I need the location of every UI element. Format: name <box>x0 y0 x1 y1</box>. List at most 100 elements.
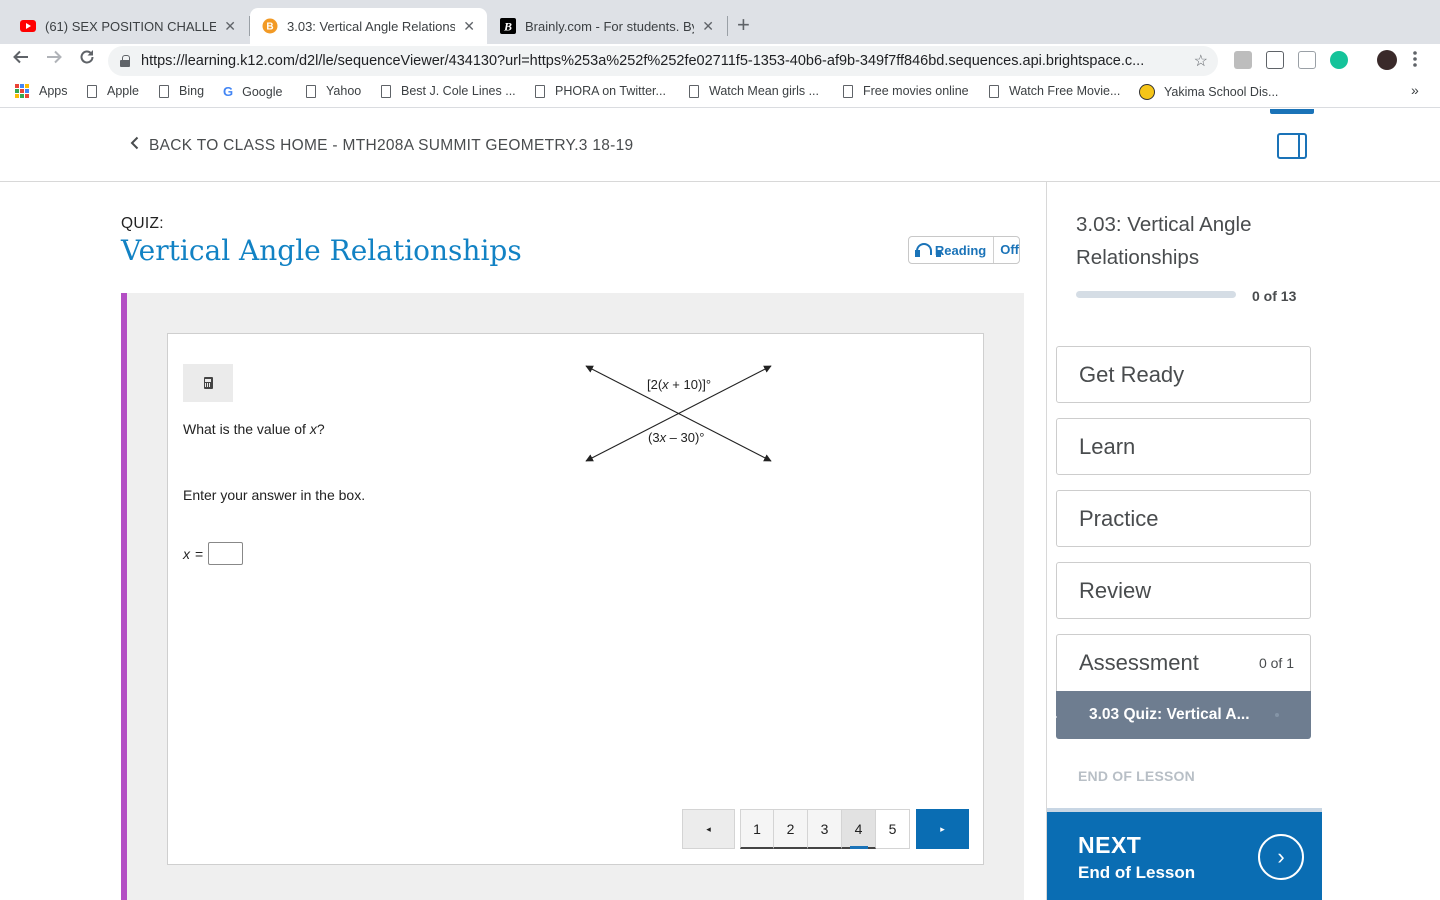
section-label: Get Ready <box>1079 361 1185 387</box>
section-label: Learn <box>1079 433 1136 459</box>
page-button-4[interactable]: 4 <box>842 809 876 849</box>
back-to-class-link[interactable]: BACK TO CLASS HOME - MTH208A SUMMIT GEOM… <box>130 136 633 155</box>
bookmark-mean-girls[interactable]: Watch Mean girls ... <box>689 84 819 98</box>
next-question-button[interactable]: ▸ <box>916 809 969 849</box>
page-button-5[interactable]: 5 <box>876 809 910 849</box>
question-prompt: What is the value of x? <box>183 421 325 437</box>
header-accent <box>1270 109 1314 114</box>
brightspace-icon: B <box>262 18 278 34</box>
svg-text:B: B <box>503 20 512 34</box>
lesson-progress-text: 0 of 13 <box>1252 288 1297 304</box>
vertical-angles-diagram: [2(x + 10)]° (3x – 30)° <box>585 365 772 462</box>
back-link-label: BACK TO CLASS HOME - MTH208A SUMMIT GEOM… <box>149 136 634 154</box>
browser-tab-brainly[interactable]: B Brainly.com - For students. By ✕ <box>488 8 726 44</box>
page-button-3[interactable]: 3 <box>808 809 842 849</box>
bookmark-phora[interactable]: PHORA on Twitter... <box>535 84 666 98</box>
chevron-left-icon <box>130 136 139 155</box>
notes-extension-icon[interactable] <box>1266 51 1284 69</box>
tab-close-icon[interactable]: ✕ <box>224 18 236 35</box>
next-end-of-lesson-button[interactable]: NEXT End of Lesson › <box>1047 808 1322 900</box>
bookmark-label: Yakima School Dis... <box>1164 85 1279 99</box>
bookmark-label: Free movies online <box>863 84 969 98</box>
answer-row: x = <box>183 542 244 565</box>
forward-arrow-icon[interactable] <box>45 48 63 71</box>
bookmark-yahoo[interactable]: Yahoo <box>306 84 361 98</box>
section-learn[interactable]: Learn <box>1056 418 1311 475</box>
next-label: NEXT <box>1078 832 1142 858</box>
new-tab-button[interactable]: + <box>737 12 750 38</box>
bookmark-apps[interactable]: Apps <box>15 84 68 98</box>
lesson-sidebar: 3.03: Vertical Angle Relationships 0 of … <box>1046 182 1440 900</box>
video-extension-icon[interactable] <box>1298 51 1316 69</box>
prev-question-button[interactable]: ◂ <box>682 809 735 849</box>
top-angle-label: [2(x + 10)]° <box>647 377 711 392</box>
prompt-prefix: What is the value of <box>183 421 310 437</box>
profile-avatar[interactable] <box>1377 50 1397 70</box>
back-arrow-icon[interactable] <box>12 48 30 71</box>
page-icon <box>306 84 316 98</box>
page-button-2[interactable]: 2 <box>774 809 808 849</box>
browser-tab-youtube[interactable]: (61) SEX POSITION CHALLENG ✕ <box>8 8 248 44</box>
page-icon <box>689 84 699 98</box>
status-dot <box>1275 713 1279 717</box>
headphones-icon <box>915 243 941 257</box>
bookmarks-overflow-button[interactable]: » <box>1411 82 1419 98</box>
page-icon <box>843 84 853 98</box>
question-instruction: Enter your answer in the box. <box>183 487 366 503</box>
bookmark-free-movies[interactable]: Free movies online <box>843 84 969 98</box>
menu-kebab-icon[interactable] <box>1412 50 1418 73</box>
sidebar-toggle-icon[interactable] <box>1277 133 1307 159</box>
page-icon <box>535 84 545 98</box>
school-icon <box>1139 84 1155 100</box>
answer-equals: = <box>195 545 204 562</box>
bookmarks-bar: Apps Apple Bing G Google Yahoo Best J. C… <box>0 76 1440 108</box>
bookmark-label: PHORA on Twitter... <box>555 84 666 98</box>
calculator-button[interactable] <box>183 364 233 402</box>
section-assessment[interactable]: Assessment 0 of 1 <box>1056 634 1311 691</box>
section-review[interactable]: Review <box>1056 562 1311 619</box>
bottom-angle-label: (3x – 30)° <box>648 430 705 445</box>
bookmark-apple[interactable]: Apple <box>87 84 139 98</box>
assessment-count: 0 of 1 <box>1258 655 1294 671</box>
tab-close-icon[interactable]: ✕ <box>463 18 475 35</box>
lock-icon <box>120 55 130 67</box>
page-icon <box>989 84 999 98</box>
extension-icon[interactable] <box>1234 51 1252 69</box>
reading-toggle-button[interactable]: Reading Off <box>908 236 1020 264</box>
section-get-ready[interactable]: Get Ready <box>1056 346 1311 403</box>
browser-tab-strip: (61) SEX POSITION CHALLENG ✕ B 3.03: Ver… <box>0 0 1440 44</box>
grammarly-icon[interactable] <box>1330 51 1348 69</box>
browser-toolbar: https://learning.k12.com/d2l/le/sequence… <box>0 44 1440 76</box>
section-practice[interactable]: Practice <box>1056 490 1311 547</box>
tab-divider <box>727 16 728 36</box>
bookmark-label: Apple <box>107 84 139 98</box>
youtube-icon <box>20 18 36 34</box>
bookmark-yakima[interactable]: Yakima School Dis... <box>1139 84 1278 100</box>
google-icon: G <box>223 84 234 99</box>
quiz-item-label: 3.03 Quiz: Vertical A... <box>1089 706 1250 723</box>
reading-state: Off <box>993 237 1019 263</box>
bookmark-google[interactable]: G Google <box>223 84 282 99</box>
answer-input[interactable] <box>208 542 244 565</box>
assessment-quiz-item[interactable]: 3.03 Quiz: Vertical A... <box>1056 691 1311 739</box>
address-bar[interactable]: https://learning.k12.com/d2l/le/sequence… <box>108 46 1218 76</box>
bookmark-label: Bing <box>179 84 205 98</box>
browser-tab-brightspace[interactable]: B 3.03: Vertical Angle Relationsh ✕ <box>250 8 487 44</box>
answer-variable: x <box>183 545 190 562</box>
bookmark-label: Best J. Cole Lines ... <box>401 84 516 98</box>
reload-icon[interactable] <box>78 48 96 71</box>
bookmark-star-icon[interactable]: ☆ <box>1194 51 1208 71</box>
question-card: What is the value of x? [2(x + 10)]° (3x… <box>167 333 984 865</box>
page-title: Vertical Angle Relationships <box>121 234 522 267</box>
tab-title: (61) SEX POSITION CHALLENG <box>45 18 217 34</box>
next-sublabel: End of Lesson <box>1078 863 1196 882</box>
svg-text:B: B <box>266 22 273 33</box>
section-label: Assessment <box>1079 650 1199 675</box>
tab-close-icon[interactable]: ✕ <box>702 18 714 35</box>
lesson-progress-bar <box>1076 291 1236 298</box>
bookmark-jcole[interactable]: Best J. Cole Lines ... <box>381 84 516 98</box>
page-button-1[interactable]: 1 <box>740 809 774 849</box>
current-item-pointer <box>1048 708 1057 726</box>
bookmark-bing[interactable]: Bing <box>159 84 204 98</box>
bookmark-watch-free-movie[interactable]: Watch Free Movie... <box>989 84 1120 98</box>
